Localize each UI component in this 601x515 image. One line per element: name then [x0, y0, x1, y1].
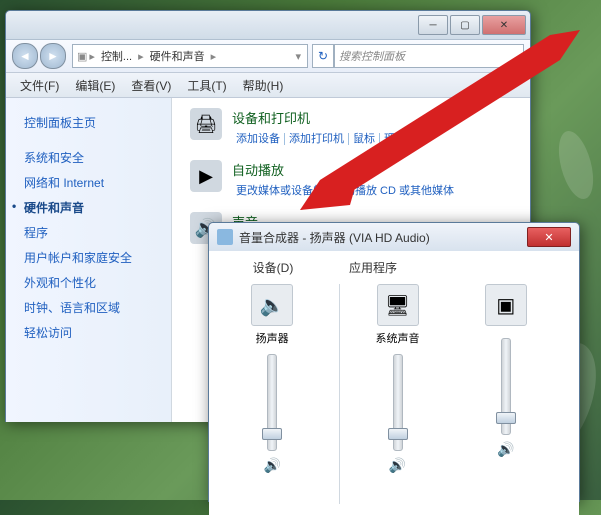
sidebar-item-system[interactable]: 系统和安全 — [6, 145, 171, 170]
slider-thumb[interactable] — [496, 412, 516, 424]
mixer-titlebar: 音量合成器 - 扬声器 (VIA HD Audio) ✕ — [209, 223, 579, 251]
link[interactable]: 自动播放 CD 或其他媒体 — [329, 185, 458, 197]
maximize-button[interactable]: ▢ — [450, 15, 480, 35]
address-bar[interactable]: ▣ ▸ 控制... ▸ 硬件和声音 ▸ ▾ — [72, 44, 308, 68]
slider-thumb[interactable] — [388, 428, 408, 440]
slider-thumb[interactable] — [262, 428, 282, 440]
titlebar: ─ ▢ ✕ — [6, 11, 530, 40]
sidebar-item-ease[interactable]: 轻松访问 — [6, 320, 171, 345]
channel-app: ▣ 🔊 — [457, 284, 555, 504]
sidebar-item-hardware[interactable]: 硬件和声音 — [6, 195, 171, 220]
category-autoplay: ▶ 自动播放 更改媒体或设备的自动播放 CD 或其他媒体 — [190, 160, 512, 198]
menubar: 文件(F) 编辑(E) 查看(V) 工具(T) 帮助(H) — [6, 73, 530, 98]
sidebar-item-appearance[interactable]: 外观和个性化 — [6, 270, 171, 295]
speaker-icon — [217, 229, 233, 245]
nav-toolbar: ◄ ► ▣ ▸ 控制... ▸ 硬件和声音 ▸ ▾ ↻ 搜索控制面板 — [6, 40, 530, 73]
category-devices: 🖨 设备和打印机 添加设备添加打印机鼠标理器 — [190, 108, 512, 146]
minimize-button[interactable]: ─ — [418, 15, 448, 35]
link[interactable]: 鼠标 — [349, 133, 380, 145]
link[interactable]: 添加设备 — [232, 133, 285, 145]
volume-slider[interactable] — [267, 354, 277, 451]
volume-mixer-window: 音量合成器 - 扬声器 (VIA HD Audio) ✕ 设备(D) 应用程序 … — [208, 222, 580, 502]
channel-label: 扬声器 — [256, 330, 289, 346]
link[interactable]: 添加打印机 — [285, 133, 349, 145]
devices-icon: 🖨 — [190, 108, 222, 140]
app-icon[interactable]: ▣ — [485, 284, 527, 326]
category-title[interactable]: 自动播放 — [232, 160, 458, 179]
channel-speakers: 🔈 扬声器 🔊 — [223, 284, 321, 504]
menu-file[interactable]: 文件(F) — [12, 77, 67, 94]
mute-button[interactable]: 🔊 — [497, 441, 514, 458]
category-title[interactable]: 设备和打印机 — [232, 108, 410, 127]
apps-header: 应用程序 — [323, 259, 423, 276]
sidebar-item-accounts[interactable]: 用户帐户和家庭安全 — [6, 245, 171, 270]
channel-label: 系统声音 — [376, 330, 420, 346]
sidebar-home[interactable]: 控制面板主页 — [6, 110, 171, 135]
menu-help[interactable]: 帮助(H) — [235, 77, 292, 94]
autoplay-icon: ▶ — [190, 160, 222, 192]
sidebar: 控制面板主页 系统和安全 网络和 Internet 硬件和声音 程序 用户帐户和… — [6, 98, 172, 422]
mixer-body: 设备(D) 应用程序 🔈 扬声器 🔊 🖥 系统声音 🔊 ▣ 🔊 — [209, 251, 579, 515]
refresh-button[interactable]: ↻ — [312, 44, 334, 68]
link[interactable]: 更改媒体或设备的 — [232, 185, 329, 197]
menu-tools[interactable]: 工具(T) — [179, 77, 234, 94]
back-button[interactable]: ◄ — [12, 43, 38, 69]
sidebar-item-clock[interactable]: 时钟、语言和区域 — [6, 295, 171, 320]
sidebar-item-programs[interactable]: 程序 — [6, 220, 171, 245]
speaker-device-icon[interactable]: 🔈 — [251, 284, 293, 326]
volume-slider[interactable] — [393, 354, 403, 451]
menu-edit[interactable]: 编辑(E) — [67, 77, 123, 94]
mute-button[interactable]: 🔊 — [389, 457, 406, 474]
breadcrumb-seg[interactable]: 控制... — [97, 48, 136, 64]
breadcrumb-seg[interactable]: 硬件和声音 — [146, 48, 209, 64]
channel-system-sounds: 🖥 系统声音 🔊 — [348, 284, 446, 504]
system-sounds-icon[interactable]: 🖥 — [377, 284, 419, 326]
link[interactable]: 理器 — [380, 133, 410, 145]
volume-slider[interactable] — [501, 338, 511, 435]
devices-header: 设备(D) — [223, 259, 323, 276]
mute-button[interactable]: 🔊 — [263, 457, 280, 474]
forward-button[interactable]: ► — [40, 43, 66, 69]
close-button[interactable]: ✕ — [527, 227, 571, 247]
sidebar-item-network[interactable]: 网络和 Internet — [6, 170, 171, 195]
menu-view[interactable]: 查看(V) — [123, 77, 179, 94]
search-input[interactable]: 搜索控制面板 — [334, 44, 524, 68]
mixer-title: 音量合成器 - 扬声器 (VIA HD Audio) — [239, 229, 527, 246]
close-button[interactable]: ✕ — [482, 15, 526, 35]
